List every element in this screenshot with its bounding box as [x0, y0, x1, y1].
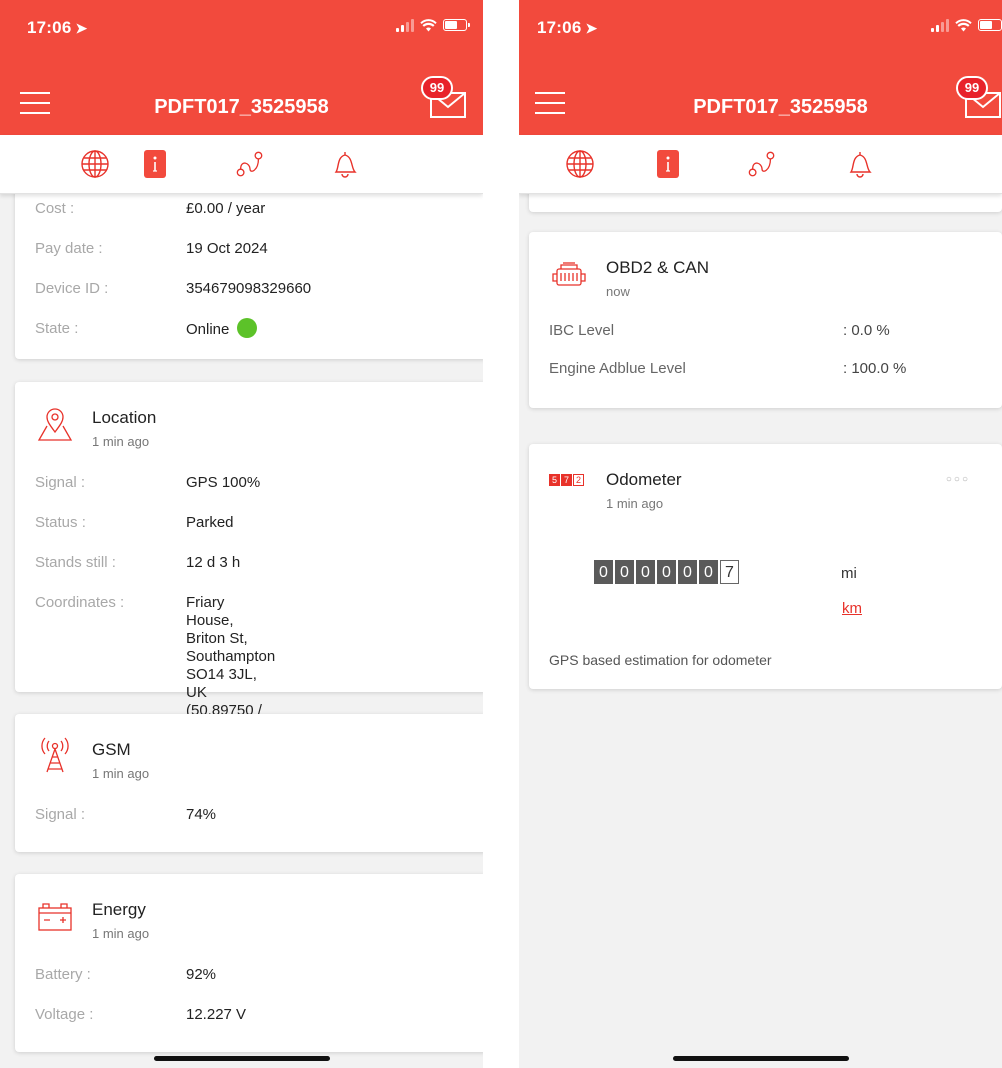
content-area[interactable]: Cost : £0.00 / year Pay date :19 Oct 2024…: [0, 164, 483, 1068]
tab-info[interactable]: [144, 150, 166, 178]
odometer-updated: 1 min ago: [606, 496, 664, 511]
engine-icon: [552, 262, 586, 286]
tab-bar: [0, 135, 483, 194]
gsm-title: GSM: [92, 740, 131, 759]
status-time: 17:06 ➤: [27, 18, 88, 37]
unit-km-link[interactable]: km: [842, 600, 862, 617]
home-indicator[interactable]: [672, 1056, 849, 1061]
tab-bar: [519, 135, 1002, 194]
left-phone-screen: 17:06 ➤ PDFT017_3525958 99 Cost : £0.00 …: [0, 0, 483, 1068]
location-title: Location: [92, 408, 157, 427]
right-phone-screen: 17:06 ➤ PDFT017_3525958 99 OBD2 & CAN no…: [519, 0, 1002, 1068]
cell-signal-icon: [931, 18, 949, 32]
unit-miles: mi: [841, 565, 857, 582]
messages-button[interactable]: 99: [954, 76, 1002, 120]
energy-title: Energy: [92, 900, 146, 919]
antenna-icon: [41, 737, 69, 773]
content-area[interactable]: OBD2 & CAN now IBC Level: 0.0 % Engine A…: [519, 154, 1002, 1068]
obd2-title: OBD2 & CAN: [606, 258, 709, 277]
gsm-card[interactable]: GSM 1 min ago Signal :74%: [15, 714, 483, 852]
energy-updated: 1 min ago: [92, 926, 150, 941]
online-status-dot: [237, 318, 258, 338]
tab-info[interactable]: [657, 150, 679, 178]
info-icon: [153, 156, 157, 172]
unread-badge: 99: [421, 76, 453, 100]
battery-icon: [443, 19, 470, 31]
bell-icon: [849, 152, 872, 178]
odometer-card[interactable]: 5 7 2 Odometer 1 min ago ○○○ 0 0 0 0 0 0…: [529, 444, 1002, 689]
app-header: 17:06 ➤ PDFT017_3525958 99: [519, 0, 1002, 135]
wifi-icon: [955, 18, 972, 31]
location-updated: 1 min ago: [92, 434, 150, 449]
odometer-display: 0 0 0 0 0 0 7: [594, 560, 739, 584]
tab-map[interactable]: [565, 149, 595, 179]
location-arrow-icon: ➤: [75, 20, 88, 36]
state-value: Online: [186, 320, 230, 338]
more-options-icon[interactable]: ○○○: [946, 474, 970, 485]
bell-icon: [334, 152, 357, 178]
messages-button[interactable]: 99: [419, 76, 471, 120]
home-indicator[interactable]: [153, 1056, 330, 1061]
app-header: 17:06 ➤ PDFT017_3525958 99: [0, 0, 483, 135]
tab-routes[interactable]: [235, 149, 265, 179]
energy-card[interactable]: Energy 1 min ago Battery :92% Voltage :1…: [15, 874, 483, 1052]
wifi-icon: [420, 18, 437, 31]
gsm-updated: 1 min ago: [92, 766, 150, 781]
tab-map[interactable]: [80, 149, 110, 179]
status-time: 17:06 ➤: [537, 18, 598, 37]
odometer-digit: 0: [699, 560, 718, 584]
tab-alerts[interactable]: [845, 149, 875, 179]
unread-badge: 99: [956, 76, 988, 100]
odometer-icon: 5 7 2: [549, 474, 589, 488]
odometer-digit: 0: [678, 560, 697, 584]
globe-icon: [81, 150, 109, 178]
location-pin-icon: [37, 408, 73, 441]
location-card[interactable]: Location 1 min ago Signal : GPS 100% Stat…: [15, 382, 483, 737]
cell-signal-icon: [396, 18, 414, 32]
obd2-can-card[interactable]: OBD2 & CAN now IBC Level: 0.0 % Engine A…: [529, 232, 1002, 408]
odometer-digit: 0: [636, 560, 655, 584]
route-icon: [748, 151, 775, 177]
location-arrow-icon: ➤: [585, 20, 598, 36]
tab-routes[interactable]: [747, 149, 777, 179]
odometer-digit: 0: [657, 560, 676, 584]
page-title: PDFT017_3525958: [154, 96, 329, 118]
tab-alerts[interactable]: [330, 149, 360, 179]
battery-icon: [978, 19, 1002, 31]
odometer-digit: 0: [594, 560, 613, 584]
globe-icon: [566, 150, 594, 178]
odometer-title: Odometer: [606, 470, 682, 489]
odometer-digit: 7: [720, 560, 739, 584]
info-icon: [666, 156, 670, 172]
page-title: PDFT017_3525958: [693, 96, 868, 118]
route-icon: [236, 151, 263, 177]
obd2-updated: now: [606, 284, 630, 299]
status-icons: [396, 18, 470, 32]
odometer-digit: 0: [615, 560, 634, 584]
battery-car-icon: [38, 903, 72, 931]
status-icons: [931, 18, 1002, 32]
odometer-note: GPS based estimation for odometer: [549, 652, 772, 668]
